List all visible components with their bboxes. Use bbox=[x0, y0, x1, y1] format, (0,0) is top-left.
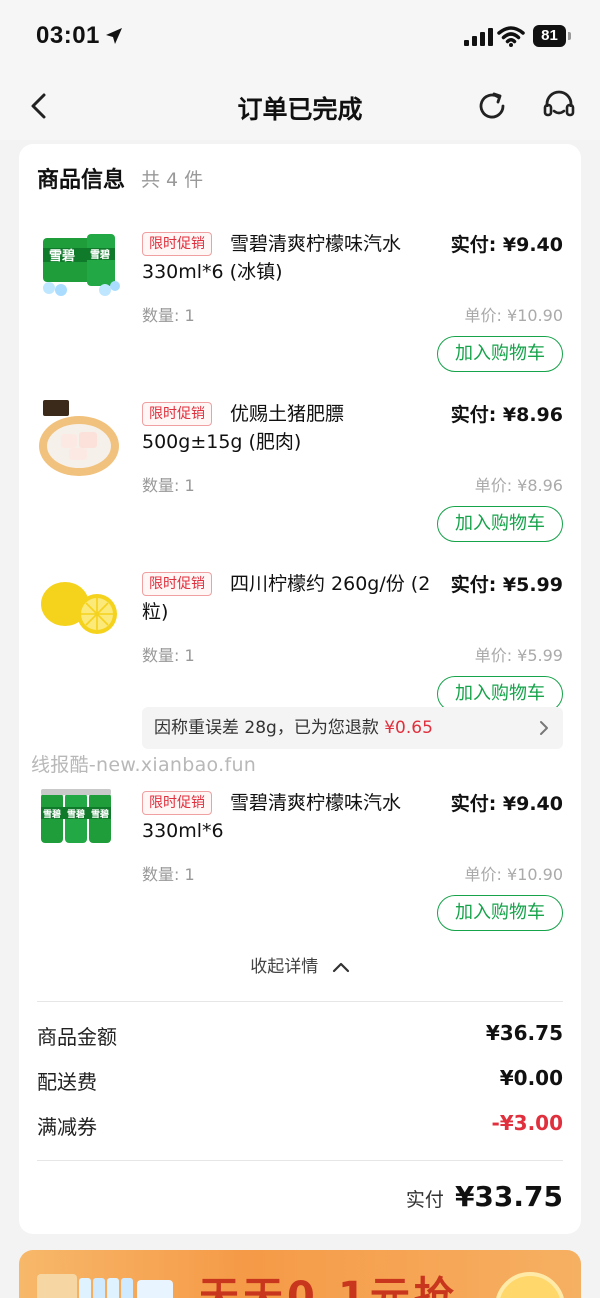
svg-text:雪碧: 雪碧 bbox=[43, 808, 61, 820]
coupon-label: 满减券 bbox=[37, 1115, 97, 1139]
banner-goods-image bbox=[37, 1274, 173, 1298]
refund-amount: ¥0.65 bbox=[384, 718, 433, 738]
total-value: ¥33.75 bbox=[454, 1180, 563, 1213]
promo-badge: 限时促销 bbox=[142, 791, 212, 815]
svg-text:雪碧: 雪碧 bbox=[49, 248, 75, 264]
battery-level: 81 bbox=[533, 25, 566, 47]
banner-text: 天天0.1元抢 bbox=[199, 1274, 458, 1298]
refresh-icon[interactable] bbox=[476, 90, 508, 122]
chevron-right-icon bbox=[540, 721, 548, 735]
paid-price: 实付: ¥8.96 bbox=[450, 404, 563, 426]
paid-price: 实付: ¥5.99 bbox=[450, 574, 563, 596]
sprite-pack-image: 雪碧 雪碧 bbox=[43, 234, 120, 296]
watermark: 线报酷-new.xianbao.fun bbox=[31, 754, 257, 776]
cellular-signal-icon bbox=[464, 28, 493, 46]
divider bbox=[37, 1160, 563, 1161]
quantity: 数量: 1 bbox=[142, 476, 195, 495]
svg-text:雪碧: 雪碧 bbox=[67, 808, 85, 820]
coin-icon bbox=[495, 1272, 565, 1298]
delivery-fee-value: ¥0.00 bbox=[499, 1066, 563, 1090]
unit-price: 单价: ¥10.90 bbox=[464, 865, 563, 884]
paid-price: 实付: ¥9.40 bbox=[450, 234, 563, 256]
add-to-cart-button[interactable]: 加入购物车 bbox=[437, 506, 563, 542]
total-paid: 实付 ¥33.75 bbox=[406, 1180, 563, 1213]
divider bbox=[37, 1001, 563, 1002]
goods-amount-label: 商品金额 bbox=[37, 1025, 117, 1049]
promo-badge: 限时促销 bbox=[142, 572, 212, 596]
lemon-image bbox=[41, 582, 117, 634]
svg-text:雪碧: 雪碧 bbox=[91, 808, 109, 820]
battery-icon: 81 bbox=[533, 25, 571, 47]
promo-badge: 限时促销 bbox=[142, 232, 212, 256]
promo-badge: 限时促销 bbox=[142, 402, 212, 426]
item-count: 共 4 件 bbox=[141, 169, 204, 191]
order-card: 商品信息 共 4 件 雪碧 雪碧 雪碧清爽柠檬味汽水330ml*6 (冰镇) 限… bbox=[19, 144, 581, 1234]
sprite-pack-image: 雪碧 雪碧 雪碧 bbox=[41, 789, 111, 843]
section-title: 商品信息 bbox=[37, 168, 126, 193]
status-bar: 03:01 81 bbox=[0, 0, 600, 76]
quantity: 数量: 1 bbox=[142, 865, 195, 884]
product-item[interactable]: 雪碧 雪碧 雪碧清爽柠檬味汽水330ml*6 (冰镇) 限时促销 实付: ¥9.… bbox=[19, 226, 581, 386]
unit-price: 单价: ¥10.90 bbox=[464, 306, 563, 325]
quantity: 数量: 1 bbox=[142, 306, 195, 325]
product-item[interactable]: 雪碧 雪碧 雪碧 雪碧清爽柠檬味汽水330ml*6 限时促销 实付: ¥9.40… bbox=[19, 785, 581, 945]
delivery-fee-label: 配送费 bbox=[37, 1070, 97, 1094]
svg-text:雪碧: 雪碧 bbox=[90, 248, 110, 261]
chevron-up-icon bbox=[332, 962, 349, 973]
promo-banner[interactable]: 天天0.1元抢 bbox=[19, 1250, 581, 1298]
location-arrow-icon bbox=[106, 28, 122, 44]
wifi-icon bbox=[497, 26, 525, 47]
total-label: 实付 bbox=[405, 1189, 444, 1211]
refund-text: 因称重误差 28g，已为您退款 bbox=[154, 718, 385, 738]
collapse-details-button[interactable]: 收起详情 bbox=[19, 952, 581, 977]
customer-service-icon[interactable] bbox=[542, 90, 576, 122]
collapse-label: 收起详情 bbox=[250, 957, 319, 977]
unit-price: 单价: ¥8.96 bbox=[474, 476, 563, 495]
pork-fat-image bbox=[39, 400, 119, 476]
coupon-value: -¥3.00 bbox=[491, 1111, 563, 1135]
page-title: 订单已完成 bbox=[237, 95, 363, 124]
add-to-cart-button[interactable]: 加入购物车 bbox=[437, 336, 563, 372]
status-time: 03:01 bbox=[36, 22, 100, 49]
add-to-cart-button[interactable]: 加入购物车 bbox=[437, 895, 563, 931]
refund-notice[interactable]: 因称重误差 28g，已为您退款 ¥0.65 bbox=[142, 707, 563, 749]
nav-bar: 订单已完成 bbox=[0, 76, 600, 140]
product-item[interactable]: 四川柠檬约 260g/份 (2粒) 限时促销 实付: ¥5.99 数量: 1 单… bbox=[19, 566, 581, 726]
goods-amount-value: ¥36.75 bbox=[485, 1021, 563, 1045]
quantity: 数量: 1 bbox=[142, 646, 195, 665]
paid-price: 实付: ¥9.40 bbox=[450, 793, 563, 815]
product-item[interactable]: 优赐土猪肥膘500g±15g (肥肉) 限时促销 实付: ¥8.96 数量: 1… bbox=[19, 396, 581, 556]
unit-price: 单价: ¥5.99 bbox=[474, 646, 563, 665]
